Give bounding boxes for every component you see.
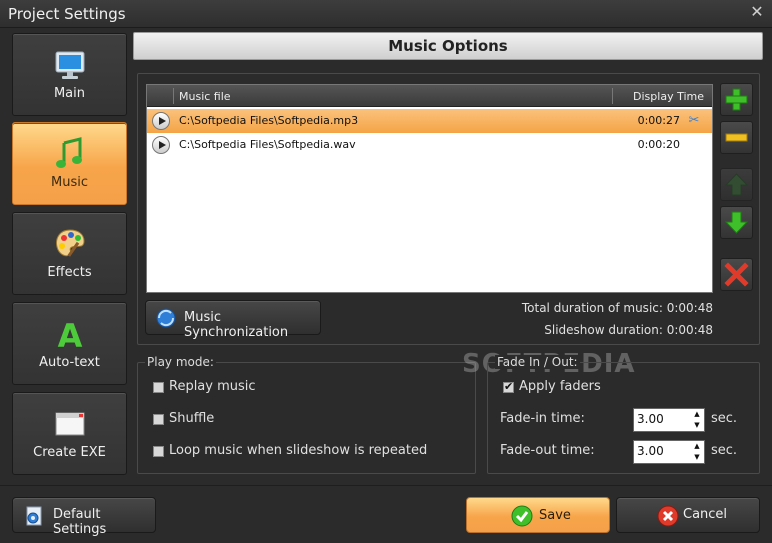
arrow-up-icon xyxy=(724,173,749,196)
scissors-icon[interactable]: ✂ xyxy=(686,113,702,129)
music-synchronization-button[interactable]: Music Synchronization xyxy=(145,300,321,340)
music-file-path: C:\Softpedia Files\Softpedia.wav xyxy=(179,138,356,151)
music-file-list[interactable]: Music file Display Time C:\Softpedia Fil… xyxy=(146,84,713,293)
spin-up-icon[interactable]: ▲ xyxy=(690,441,704,452)
sidebar-item-effects[interactable]: Effects xyxy=(12,212,127,295)
delete-music-button[interactable] xyxy=(720,258,753,291)
palette-icon xyxy=(56,229,85,257)
list-item[interactable]: C:\Softpedia Files\Softpedia.mp3 0:00:27… xyxy=(147,109,712,133)
minus-icon xyxy=(725,133,748,142)
add-music-button[interactable] xyxy=(720,83,753,116)
sidebar-item-music[interactable]: Music xyxy=(12,122,127,205)
column-separator xyxy=(173,88,174,104)
fade-out-unit: sec. xyxy=(711,443,738,458)
apply-faders-label[interactable]: Apply faders xyxy=(519,379,601,394)
sidebar-item-label: Main xyxy=(53,86,86,101)
move-up-button[interactable] xyxy=(720,168,753,201)
play-icon[interactable] xyxy=(152,136,170,154)
fade-in-spinner[interactable]: ▲ ▼ xyxy=(633,408,705,432)
fade-in-label: Fade-in time: xyxy=(500,411,585,426)
slideshow-duration: Slideshow duration: 0:00:48 xyxy=(544,323,713,337)
loop-music-label[interactable]: Loop music when slideshow is repeated xyxy=(169,443,427,458)
fade-out-spinner[interactable]: ▲ ▼ xyxy=(633,440,705,464)
svg-text:A: A xyxy=(58,317,83,351)
spin-up-icon[interactable]: ▲ xyxy=(690,409,704,420)
sidebar-item-create-exe[interactable]: Create EXE xyxy=(12,392,127,475)
list-item[interactable]: C:\Softpedia Files\Softpedia.wav 0:00:20 xyxy=(147,133,712,157)
close-icon[interactable]: ✕ xyxy=(748,3,766,21)
plus-icon xyxy=(725,88,748,111)
cancel-button[interactable]: Cancel xyxy=(616,497,760,533)
music-synchronization-label: Music Synchronization xyxy=(184,310,289,340)
fade-out-input[interactable] xyxy=(637,444,687,458)
loop-music-checkbox[interactable] xyxy=(153,446,164,457)
display-time: 0:00:27 xyxy=(637,114,680,127)
play-mode-legend: Play mode: xyxy=(145,355,216,369)
music-note-icon xyxy=(56,137,82,168)
sidebar-item-auto-text[interactable]: A Auto-text xyxy=(12,302,127,385)
panel-header: Music Options xyxy=(133,32,763,60)
play-icon[interactable] xyxy=(152,112,170,130)
panel-title: Music Options xyxy=(388,37,508,55)
fade-legend: Fade In / Out: xyxy=(495,355,580,369)
fade-in-input[interactable] xyxy=(637,412,687,426)
window-icon xyxy=(55,412,85,436)
title-bar: Project Settings ✕ xyxy=(0,0,772,28)
shuffle-checkbox[interactable] xyxy=(153,414,164,425)
arrow-down-icon xyxy=(724,211,749,234)
cancel-label: Cancel xyxy=(683,507,728,522)
display-time: 0:00:20 xyxy=(637,138,680,151)
replay-music-checkbox[interactable] xyxy=(153,382,164,393)
move-down-button[interactable] xyxy=(720,206,753,239)
column-header-music-file[interactable]: Music file xyxy=(179,90,231,103)
list-header: Music file Display Time xyxy=(147,85,712,107)
default-settings-button[interactable]: Default Settings xyxy=(12,497,156,537)
window-title: Project Settings xyxy=(8,5,126,23)
fade-in-unit: sec. xyxy=(711,411,738,426)
default-settings-label: Default Settings xyxy=(53,507,107,537)
sidebar-item-label: Create EXE xyxy=(33,445,106,460)
settings-document-icon xyxy=(26,506,42,526)
replay-music-label[interactable]: Replay music xyxy=(169,379,256,394)
spin-down-icon[interactable]: ▼ xyxy=(690,452,704,463)
spin-down-icon[interactable]: ▼ xyxy=(690,420,704,431)
sidebar-item-label: Auto-text xyxy=(39,355,100,370)
column-header-display-time[interactable]: Display Time xyxy=(633,90,704,103)
column-separator xyxy=(612,88,613,104)
total-music-duration: Total duration of music: 0:00:48 xyxy=(521,301,713,315)
save-button[interactable]: Save xyxy=(466,497,610,533)
remove-music-button[interactable] xyxy=(720,121,753,154)
sidebar-item-label: Effects xyxy=(47,265,92,280)
music-file-path: C:\Softpedia Files\Softpedia.mp3 xyxy=(179,114,359,127)
fade-out-label: Fade-out time: xyxy=(500,443,595,458)
sync-globe-icon xyxy=(156,308,176,328)
x-icon xyxy=(724,262,749,287)
monitor-icon xyxy=(55,51,85,79)
footer-divider xyxy=(0,485,772,486)
sidebar-item-label: Music xyxy=(51,175,88,190)
save-label: Save xyxy=(539,508,571,523)
checkmark-icon xyxy=(511,505,533,527)
shuffle-label[interactable]: Shuffle xyxy=(169,411,214,426)
apply-faders-checkbox[interactable] xyxy=(503,380,514,393)
cancel-icon xyxy=(657,505,679,527)
sidebar-item-main[interactable]: Main xyxy=(12,33,127,116)
letter-a-icon: A xyxy=(58,317,83,351)
